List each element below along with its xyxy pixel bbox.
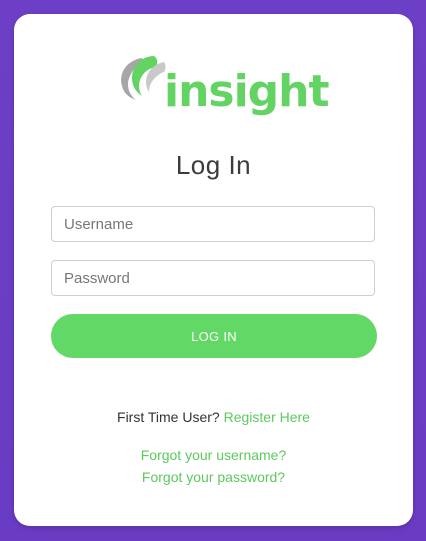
forgot-password-row: Forgot your password?: [14, 469, 413, 485]
login-card: insight Log In LOG IN First Time User? R…: [14, 14, 413, 526]
page-title: Log In: [175, 150, 252, 180]
password-input[interactable]: [51, 260, 375, 296]
login-button[interactable]: LOG IN: [51, 314, 377, 358]
first-time-user-line: First Time User? Register Here: [14, 409, 413, 425]
forgot-username-link[interactable]: Forgot your username?: [141, 447, 287, 463]
username-input[interactable]: [51, 206, 375, 242]
first-time-user-text: First Time User?: [117, 409, 220, 425]
register-link[interactable]: Register Here: [224, 409, 310, 425]
forgot-password-link[interactable]: Forgot your password?: [142, 469, 285, 485]
forgot-username-row: Forgot your username?: [14, 447, 413, 463]
logo-wordmark: insight: [164, 66, 330, 117]
insight-logo: insight: [114, 50, 330, 130]
